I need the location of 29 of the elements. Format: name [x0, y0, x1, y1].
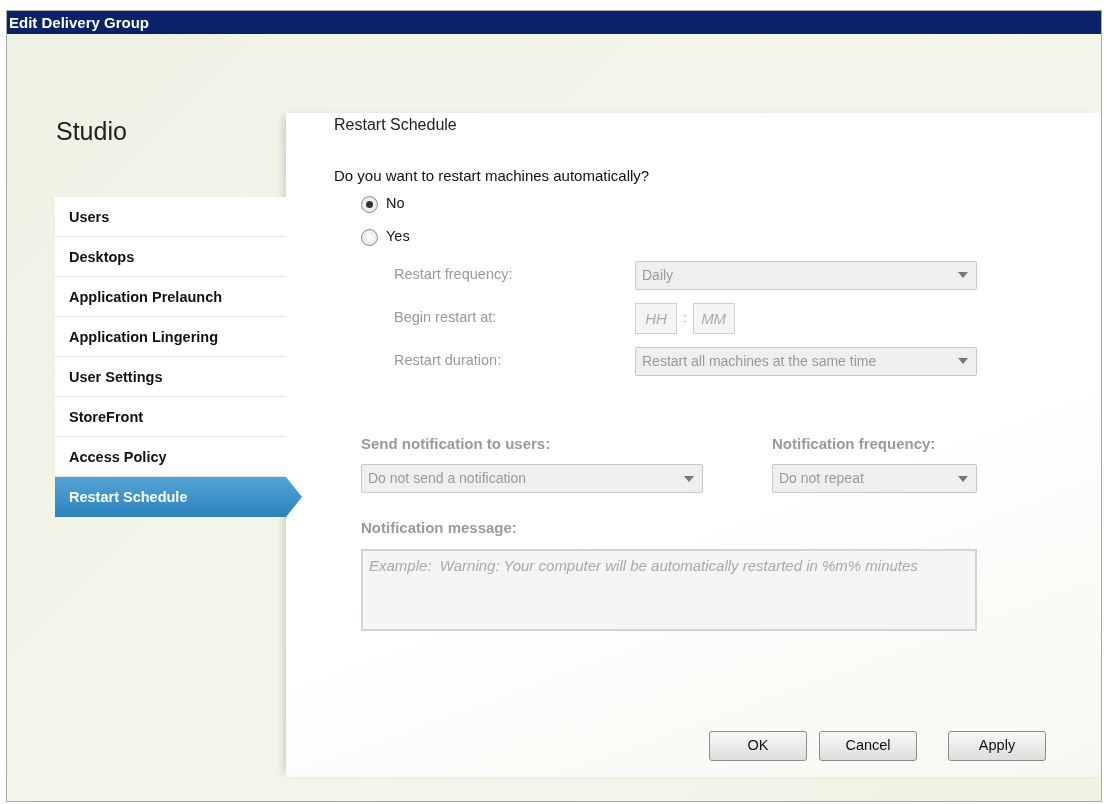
dropdown-caret-icon: [958, 475, 968, 482]
question-text: Do you want to restart machines automatically?: [334, 166, 651, 186]
dropdown-caret-icon: [958, 272, 968, 278]
page-heading: Restart Schedule: [334, 115, 458, 135]
sidebar-item[interactable]: Application Lingering: [55, 317, 286, 357]
dropdown-caret-icon: [684, 475, 694, 482]
window-title: Edit Delivery Group: [7, 11, 1101, 34]
field-label: Restart duration:: [394, 351, 503, 371]
sidebar-item[interactable]: Access Policy: [55, 437, 286, 477]
cancel-button[interactable]: Cancel: [819, 731, 917, 761]
radio-label: No: [386, 194, 405, 214]
time-separator: :: [683, 309, 687, 328]
field-label: Notification message:: [361, 518, 518, 538]
apply-button[interactable]: Apply: [948, 731, 1046, 761]
field-label: Send notification to users:: [361, 433, 552, 454]
sidebar-item[interactable]: Users: [55, 197, 286, 237]
sidebar-item[interactable]: User Settings: [55, 357, 286, 397]
ok-button[interactable]: OK: [709, 731, 807, 761]
radio-label: Yes: [386, 227, 410, 247]
dropdown-caret-icon: [958, 358, 968, 364]
sidebar-item[interactable]: Desktops: [55, 237, 286, 277]
radio-button[interactable]: [361, 228, 378, 246]
field-label: Begin restart at:: [394, 308, 498, 328]
field-label: Notification frequency:: [772, 433, 937, 454]
sidebar-item[interactable]: Application Prelaunch: [55, 277, 286, 317]
radio-button[interactable]: [361, 195, 378, 213]
sidebar-title: Studio: [56, 116, 128, 147]
field-label: Restart frequency:: [394, 265, 514, 285]
sidebar-item[interactable]: StoreFront: [55, 397, 286, 437]
